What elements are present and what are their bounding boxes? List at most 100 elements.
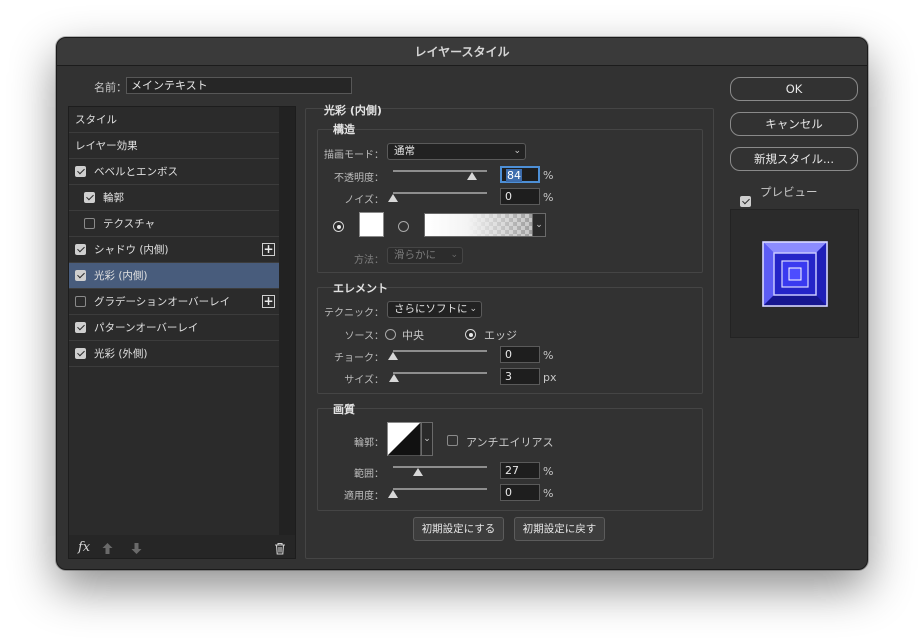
style-preview-thumbnail <box>762 241 828 307</box>
technique-select[interactable]: さらにソフトに ⌄ <box>387 301 482 318</box>
noise-slider-track[interactable] <box>393 192 487 194</box>
style-list-item[interactable]: スタイル <box>69 107 279 133</box>
noise-label: ノイズ： <box>344 195 384 206</box>
style-checkbox[interactable] <box>75 322 86 333</box>
size-slider-thumb[interactable] <box>389 374 400 382</box>
layer-style-dialog: レイヤースタイル 名前： メインテキスト スタイルレイヤー効果ベベルとエンボス輪… <box>56 37 868 570</box>
jitter-slider-track[interactable] <box>393 488 487 490</box>
chevron-down-icon: ⌄ <box>469 304 477 314</box>
style-checkbox[interactable] <box>75 244 86 255</box>
style-list-item[interactable]: テクスチャ <box>69 211 279 237</box>
chevron-down-icon: ⌄ <box>450 250 458 260</box>
style-checkbox[interactable] <box>84 192 95 203</box>
noise-slider-thumb[interactable] <box>388 194 398 202</box>
source-edge-radio[interactable] <box>465 329 476 340</box>
technique-label: テクニック： <box>324 308 384 319</box>
style-list-label: テクスチャ <box>103 218 156 230</box>
make-default-button[interactable]: 初期設定にする <box>413 517 504 541</box>
gradient-swatch[interactable] <box>424 213 546 237</box>
method-value: 滑らかに <box>394 249 436 261</box>
choke-unit: % <box>543 349 554 362</box>
style-checkbox[interactable] <box>75 270 86 281</box>
style-checkbox[interactable] <box>75 296 86 307</box>
opacity-unit: % <box>543 169 554 182</box>
name-label: 名前： <box>94 81 127 94</box>
reset-default-button[interactable]: 初期設定に戻す <box>514 517 605 541</box>
elements-title: エレメント <box>333 282 388 295</box>
style-list-item[interactable]: シャドウ (内側) + <box>69 237 279 263</box>
move-down-icon[interactable] <box>131 543 142 554</box>
jitter-slider-thumb[interactable] <box>388 490 398 498</box>
blend-mode-select[interactable]: 通常 ⌄ <box>387 143 526 160</box>
gradient-dropdown-icon[interactable]: ⌄ <box>532 213 546 237</box>
opacity-label: 不透明度： <box>334 173 384 184</box>
opacity-slider-thumb[interactable] <box>466 172 477 180</box>
preview-checkbox[interactable] <box>740 196 751 207</box>
range-slider-thumb[interactable] <box>413 468 424 476</box>
style-list-item[interactable]: 光彩 (外側) <box>69 341 279 367</box>
style-list-label: シャドウ (内側) <box>94 244 169 256</box>
opacity-input[interactable]: 84 <box>500 166 540 183</box>
style-checkbox[interactable] <box>75 166 86 177</box>
source-edge-label: エッジ <box>484 329 517 342</box>
choke-slider-thumb[interactable] <box>388 352 398 360</box>
size-slider-track[interactable] <box>393 372 487 374</box>
method-select[interactable]: 滑らかに ⌄ <box>387 247 463 264</box>
styles-panel: スタイルレイヤー効果ベベルとエンボス輪郭テクスチャシャドウ (内側) + 光彩 (内… <box>68 106 296 559</box>
gradient-radio[interactable] <box>398 221 409 232</box>
styles-scrollbar[interactable] <box>279 107 295 535</box>
style-list-item[interactable]: パターンオーバーレイ <box>69 315 279 341</box>
trash-icon[interactable] <box>274 542 286 555</box>
noise-unit: % <box>543 191 554 204</box>
style-list-label: グラデーションオーバーレイ <box>94 296 231 308</box>
style-list-label: 輪郭 <box>103 192 124 204</box>
color-radio[interactable] <box>333 221 344 232</box>
choke-input[interactable]: 0 <box>500 346 540 363</box>
add-style-icon[interactable]: + <box>262 295 275 308</box>
contour-preview[interactable] <box>387 422 421 456</box>
style-list-item[interactable]: ベベルとエンボス <box>69 159 279 185</box>
style-checkbox[interactable] <box>84 218 95 229</box>
method-label: 方法： <box>354 255 384 266</box>
antialias-label: アンチエイリアス <box>466 436 554 449</box>
new-style-button[interactable]: 新規スタイル... <box>730 147 858 171</box>
name-input[interactable]: メインテキスト <box>126 77 352 94</box>
size-input[interactable]: 3 <box>500 368 540 385</box>
range-unit: % <box>543 465 554 478</box>
antialias-checkbox[interactable] <box>447 435 458 446</box>
style-list-item[interactable]: 輪郭 <box>69 185 279 211</box>
ok-button[interactable]: OK <box>730 77 858 101</box>
style-list-label: レイヤー効果 <box>75 140 138 152</box>
jitter-input[interactable]: 0 <box>500 484 540 501</box>
style-list-label: 光彩 (内側) <box>94 270 148 282</box>
chevron-down-icon: ⌄ <box>513 146 521 156</box>
cancel-button[interactable]: キャンセル <box>730 112 858 136</box>
dialog-title: レイヤースタイル <box>57 38 867 66</box>
style-list-item[interactable]: レイヤー効果 <box>69 133 279 159</box>
fx-icon[interactable]: fx <box>78 540 90 555</box>
move-up-icon[interactable] <box>102 543 113 554</box>
size-label: サイズ： <box>344 375 384 386</box>
style-list-label: スタイル <box>75 114 117 126</box>
jitter-label: 適用度： <box>344 491 384 502</box>
range-slider-track[interactable] <box>393 466 487 468</box>
contour-dropdown-icon[interactable]: ⌄ <box>421 422 433 456</box>
glow-color-swatch[interactable] <box>359 212 384 237</box>
noise-input[interactable]: 0 <box>500 188 540 205</box>
contour-label: 輪郭： <box>354 438 384 449</box>
style-preview-box <box>730 209 859 338</box>
source-center-radio[interactable] <box>385 329 396 340</box>
style-list-item[interactable]: 光彩 (内側) <box>69 263 279 289</box>
styles-list: スタイルレイヤー効果ベベルとエンボス輪郭テクスチャシャドウ (内側) + 光彩 (内… <box>69 107 279 535</box>
source-label: ソース： <box>344 331 385 342</box>
style-checkbox[interactable] <box>75 348 86 359</box>
style-list-label: ベベルとエンボス <box>94 166 178 178</box>
range-input[interactable]: 27 <box>500 462 540 479</box>
style-list-label: 光彩 (外側) <box>94 348 148 360</box>
blend-mode-label: 描画モード： <box>324 150 384 161</box>
opacity-value: 84 <box>506 169 522 182</box>
technique-value: さらにソフトに <box>394 303 468 315</box>
add-style-icon[interactable]: + <box>262 243 275 256</box>
style-list-item[interactable]: グラデーションオーバーレイ + <box>69 289 279 315</box>
choke-slider-track[interactable] <box>393 350 487 352</box>
